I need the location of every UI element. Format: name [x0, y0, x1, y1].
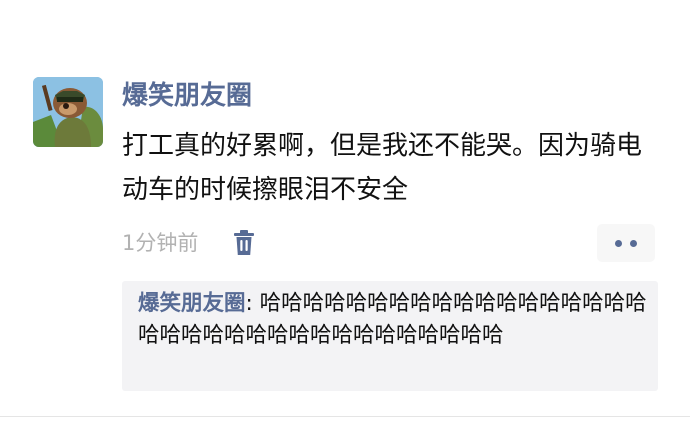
more-dots-icon: [615, 239, 622, 247]
post-author-name[interactable]: 爆笑朋友圈: [122, 78, 252, 114]
post-text: 打工真的好累啊，但是我还不能哭。因为骑电动车的时候擦眼泪不安全: [122, 131, 643, 205]
divider: [0, 416, 690, 428]
comment-item[interactable]: 爆笑朋友圈: 哈哈哈哈哈哈哈哈哈哈哈哈哈哈哈哈哈哈哈哈哈哈哈哈哈哈哈哈哈哈哈哈哈…: [138, 288, 654, 352]
post-time: 1分钟前: [122, 231, 199, 255]
more-actions-button[interactable]: [597, 224, 655, 262]
comments-section: 爆笑朋友圈: 哈哈哈哈哈哈哈哈哈哈哈哈哈哈哈哈哈哈哈哈哈哈哈哈哈哈哈哈哈哈哈哈哈…: [122, 281, 658, 391]
more-dots-icon: [630, 239, 637, 247]
cartoon-bear-avatar-icon: [33, 77, 103, 147]
avatar[interactable]: [33, 77, 103, 147]
trash-icon[interactable]: [233, 230, 255, 256]
comment-separator: :: [245, 291, 260, 316]
comment-author[interactable]: 爆笑朋友圈: [138, 291, 246, 316]
